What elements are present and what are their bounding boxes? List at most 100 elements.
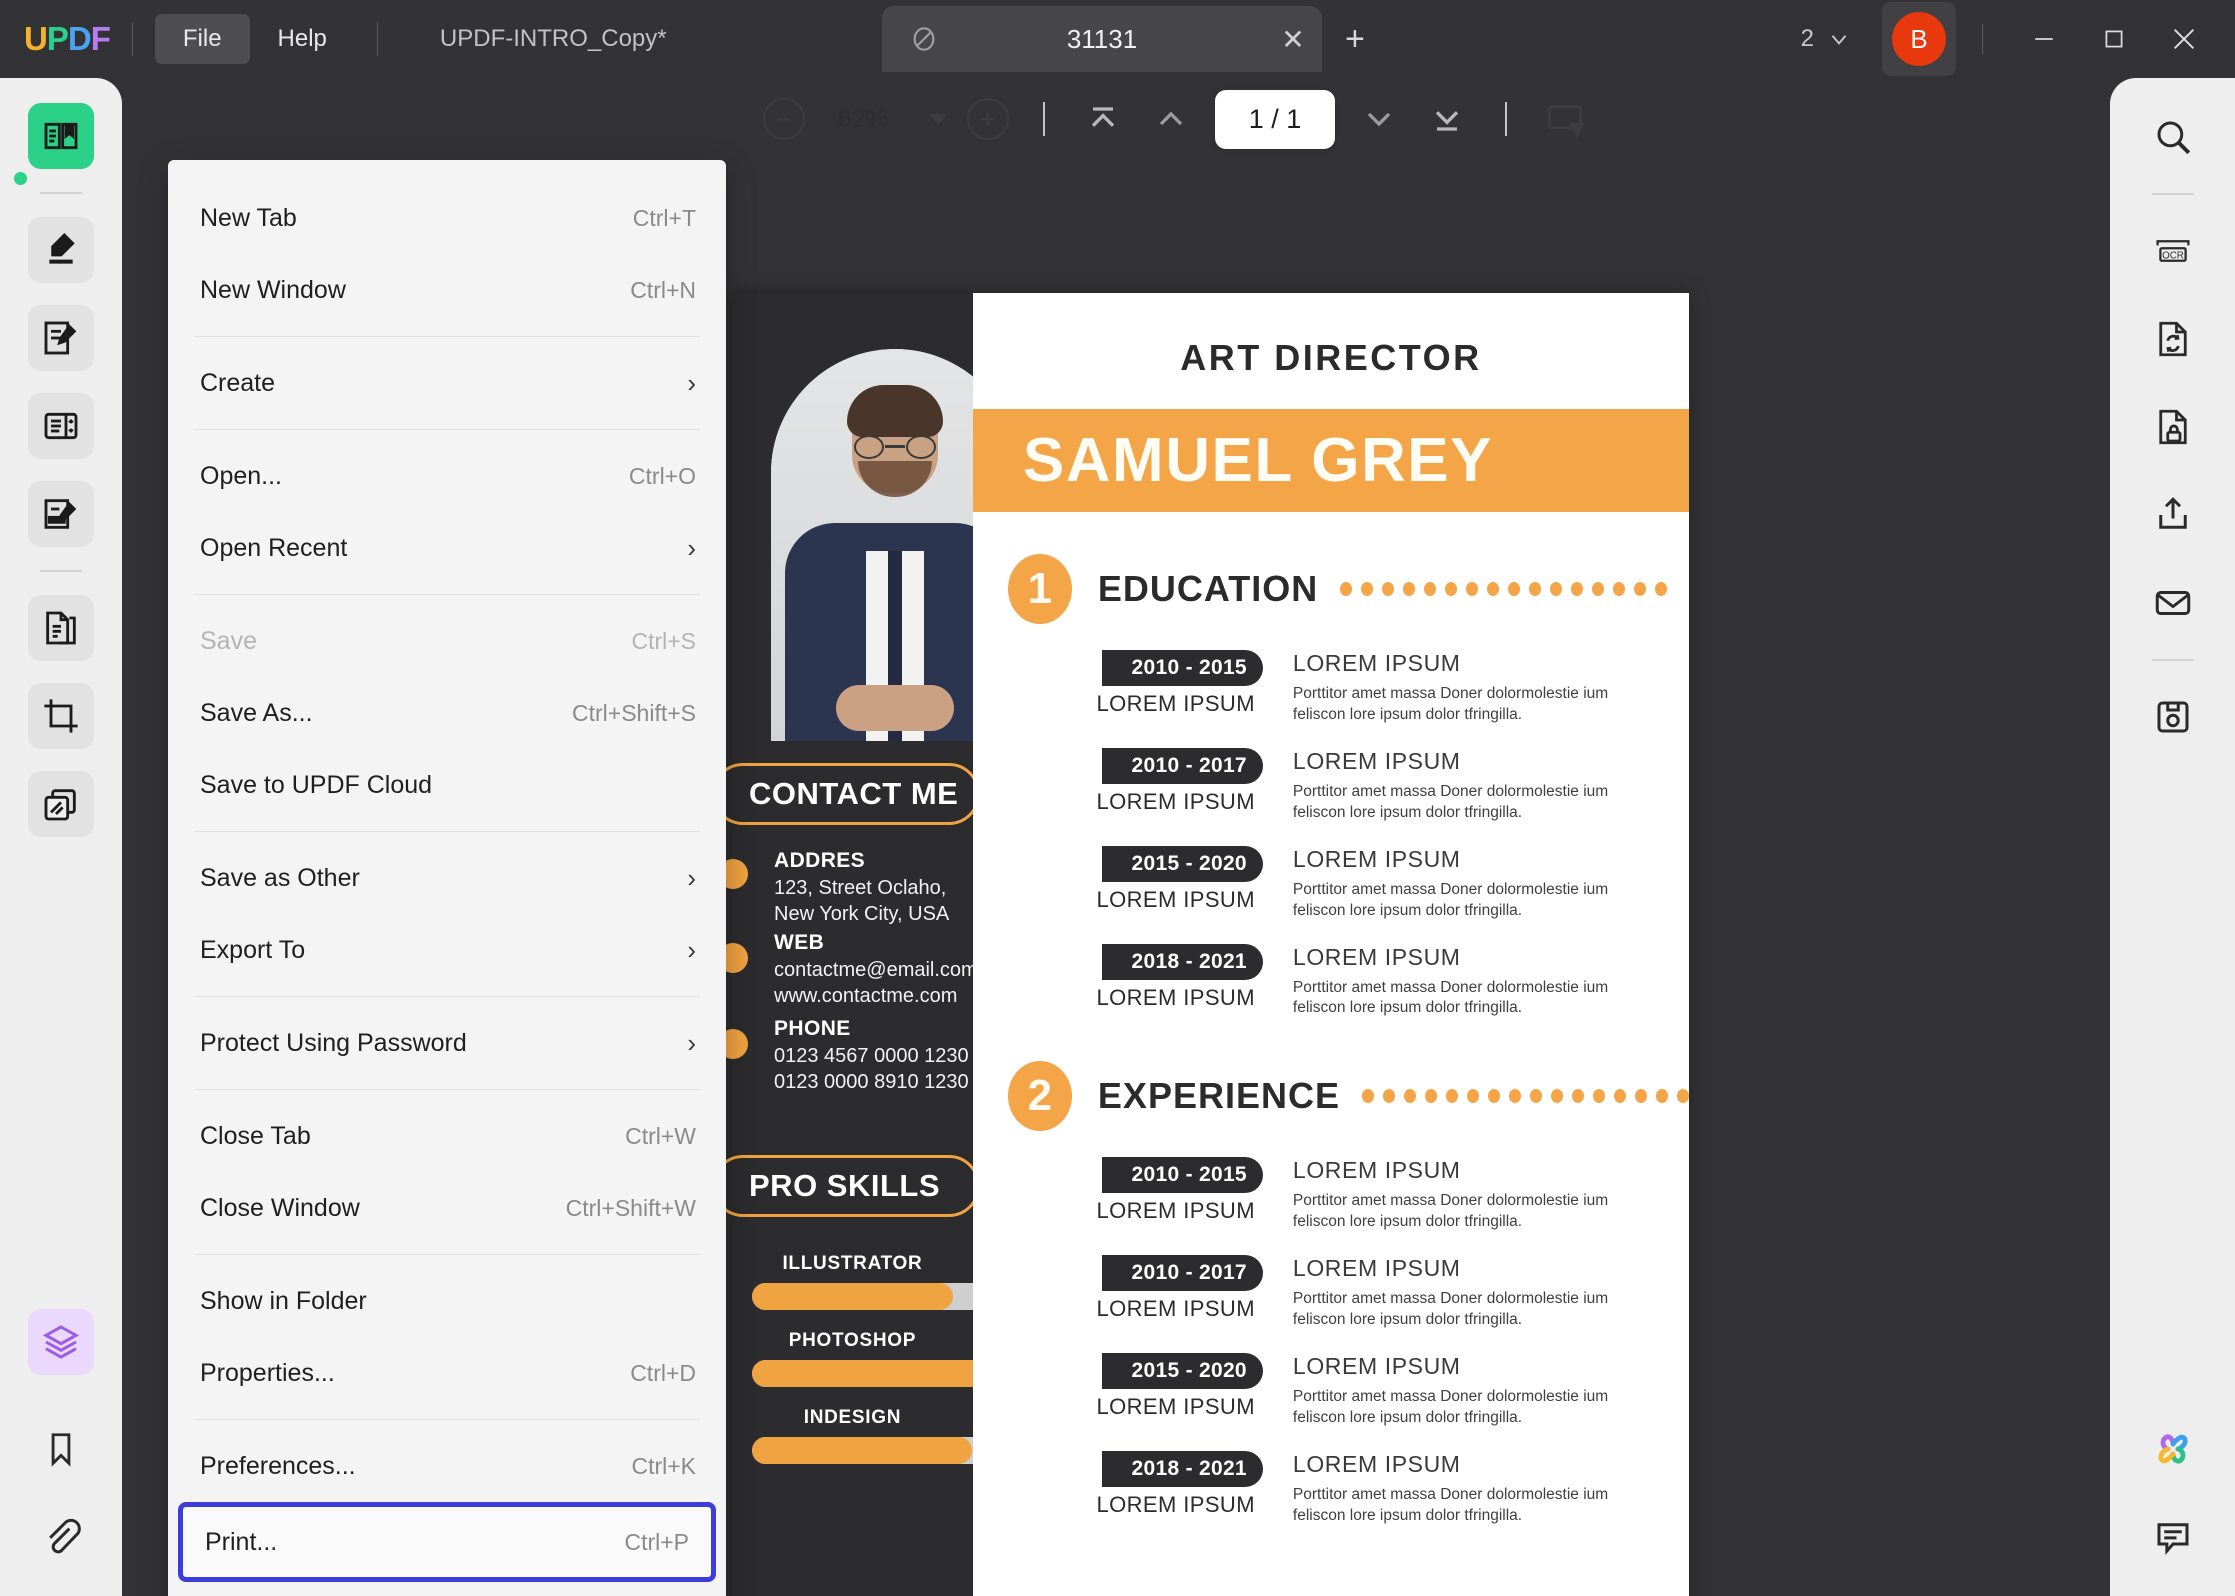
svg-text:OCR: OCR <box>2162 251 2184 262</box>
chevron-down-icon[interactable] <box>1826 26 1852 52</box>
new-tab-button[interactable]: + <box>1345 20 1365 59</box>
sidebar-item-crop[interactable] <box>28 683 94 749</box>
address-line-1: 123, Street Oclaho, <box>774 877 947 899</box>
share-icon[interactable] <box>2140 482 2206 548</box>
presentation-mode-button[interactable] <box>1541 95 1589 143</box>
menu-item-new-window[interactable]: New Window Ctrl+N <box>168 254 726 326</box>
menu-item-properties[interactable]: Properties... Ctrl+D <box>168 1337 726 1409</box>
entry-years: 2015 - 2020 <box>1101 1353 1263 1390</box>
account-button[interactable]: B <box>1882 2 1956 76</box>
menu-item-open[interactable]: Open... Ctrl+O <box>168 440 726 512</box>
tab-close-button[interactable]: ✕ <box>1264 23 1322 56</box>
menu-item-create[interactable]: Create › <box>168 347 726 419</box>
right-toolbar: OCR <box>2110 78 2235 1596</box>
pdf-page: CONTACT ME ADDRES 123, Street Oclaho, Ne… <box>712 293 1689 1596</box>
entry-subtitle: LOREM IPSUM <box>1096 788 1255 814</box>
last-page-button[interactable] <box>1423 95 1471 143</box>
chevron-right-icon: › <box>687 367 696 398</box>
entry-description: Porttitor amet massa Doner dolormolestie… <box>1292 685 1609 723</box>
menu-item-save-to-updf-cloud[interactable]: Save to UPDF Cloud <box>168 749 726 821</box>
minimize-button[interactable] <box>2009 0 2079 78</box>
rail-divider-1 <box>40 192 82 194</box>
updf-application-window: UPDF File Help UPDF-INTRO_Copy* 31131 ✕ … <box>0 0 2235 1596</box>
close-window-button[interactable] <box>2149 0 2219 78</box>
protect-icon[interactable] <box>2140 394 2206 460</box>
file-dropdown-menu[interactable]: New Tab Ctrl+T New Window Ctrl+N Create … <box>168 160 726 1596</box>
search-icon[interactable] <box>2140 104 2206 170</box>
menu-item-save: Save Ctrl+S <box>200 626 696 655</box>
chevron-right-icon: › <box>687 862 696 893</box>
menu-item-close-tab[interactable]: Close Tab Ctrl+W <box>168 1100 726 1172</box>
phone-line-2: 0123 0000 8910 1230 <box>774 1070 969 1093</box>
help-menu-button[interactable]: Help <box>250 14 355 64</box>
menu-item-close-window[interactable]: Close Window Ctrl+Shift+W <box>168 1172 726 1244</box>
ocr-icon[interactable]: OCR <box>2140 218 2206 284</box>
sidebar-item-layers[interactable] <box>28 1309 94 1375</box>
menu-item-print[interactable]: Print... Ctrl+P <box>178 1502 716 1582</box>
sidebar-item-page-organize[interactable] <box>28 393 94 459</box>
document-tab[interactable]: 31131 ✕ <box>882 6 1322 72</box>
phone-line-1: 0123 4567 0000 1230 <box>774 1045 969 1067</box>
entry-years: 2010 - 2015 <box>1101 650 1263 686</box>
menu-item-show-in-folder[interactable]: Show in Folder <box>168 1265 726 1337</box>
chevron-right-icon: › <box>687 532 696 563</box>
sidebar-item-annotate[interactable] <box>28 481 94 547</box>
menu-item-new-tab[interactable]: New Tab Ctrl+T <box>168 182 726 254</box>
maximize-button[interactable] <box>2079 0 2149 78</box>
convert-file-icon[interactable] <box>2140 306 2206 372</box>
status-dot <box>14 172 27 185</box>
education-entries: 2010 - 2015 LOREM IPSUM LOREM IPSUM Port… <box>973 650 1689 1019</box>
menu-separator <box>194 1089 700 1090</box>
menu-item-open-recent[interactable]: Open Recent › <box>168 512 726 584</box>
sidebar-item-batch[interactable] <box>28 771 94 837</box>
sidebar-item-comment[interactable] <box>28 217 94 283</box>
page-number-input[interactable]: 1 / 1 <box>1214 89 1336 149</box>
email-icon[interactable] <box>2140 570 2206 636</box>
zoom-level[interactable]: 62% <box>825 105 901 134</box>
zoom-out-button[interactable]: − <box>762 98 805 140</box>
sidebar-item-convert[interactable] <box>28 595 94 661</box>
first-page-button[interactable] <box>1079 95 1127 143</box>
menu-item-preferences[interactable]: Preferences... Ctrl+K <box>168 1430 726 1502</box>
section-header-experience: 2 EXPERIENCE <box>1007 1061 1689 1132</box>
list-item: 2015 - 2020 LOREM IPSUM LOREM IPSUM Port… <box>973 845 1689 922</box>
sidebar-item-bookmark[interactable] <box>28 1416 94 1482</box>
zoom-dropdown-icon[interactable] <box>928 113 947 125</box>
entry-description: Porttitor amet massa Doner dolormolestie… <box>1292 1290 1609 1329</box>
save-disk-icon[interactable] <box>2140 684 2206 750</box>
file-menu-button[interactable]: File <box>154 14 250 64</box>
menu-item-save-as[interactable]: Save As... Ctrl+Shift+S <box>168 677 726 749</box>
next-page-button[interactable] <box>1355 95 1403 143</box>
zoom-in-button[interactable]: + <box>966 98 1009 140</box>
entry-title: LOREM IPSUM <box>1292 943 1461 970</box>
job-title: ART DIRECTOR <box>1180 337 1482 378</box>
skill-label-illustrator: ILLUSTRATOR <box>782 1253 923 1274</box>
tab-label: 31131 <box>1066 23 1138 54</box>
web-label: WEB <box>774 931 825 954</box>
chevron-right-icon: › <box>687 1027 696 1058</box>
ai-assistant-icon[interactable] <box>2140 1416 2206 1482</box>
menu-item-export-to[interactable]: Export To › <box>168 914 726 986</box>
phone-label: PHONE <box>774 1017 851 1040</box>
title-bar: UPDF File Help UPDF-INTRO_Copy* 31131 ✕ … <box>0 0 2235 78</box>
contact-web: WEB contactme@email.com www.contactme.co… <box>774 931 978 1009</box>
menu-item-protect-using-password[interactable]: Protect Using Password › <box>168 1007 726 1079</box>
entry-years: 2010 - 2017 <box>1101 747 1263 784</box>
entry-title: LOREM IPSUM <box>1292 845 1461 872</box>
previous-page-button[interactable] <box>1147 95 1195 143</box>
entry-subtitle: LOREM IPSUM <box>1096 1296 1255 1322</box>
chat-comment-icon[interactable] <box>2140 1504 2206 1570</box>
menu-separator <box>194 594 700 595</box>
section-dots-experience <box>1362 1089 1689 1104</box>
no-edit-icon <box>908 23 940 55</box>
window-count[interactable]: 2 <box>1801 25 1814 53</box>
sidebar-item-attachment[interactable] <box>28 1504 94 1570</box>
sidebar-item-reader[interactable] <box>28 103 94 169</box>
menu-item-save-as-other[interactable]: Save as Other › <box>168 842 726 914</box>
toolbar-divider-1 <box>1042 102 1045 136</box>
sidebar-item-edit[interactable] <box>28 305 94 371</box>
entry-description: Porttitor amet massa Doner dolormolestie… <box>1292 1388 1609 1426</box>
entry-description: Porttitor amet massa Doner dolormolestie… <box>1292 782 1609 821</box>
list-item: 2018 - 2021 LOREM IPSUM LOREM IPSUM Port… <box>973 1450 1689 1527</box>
menu-item-quit-updf[interactable]: Quit UPDF Ctrl+Q <box>168 1582 726 1596</box>
